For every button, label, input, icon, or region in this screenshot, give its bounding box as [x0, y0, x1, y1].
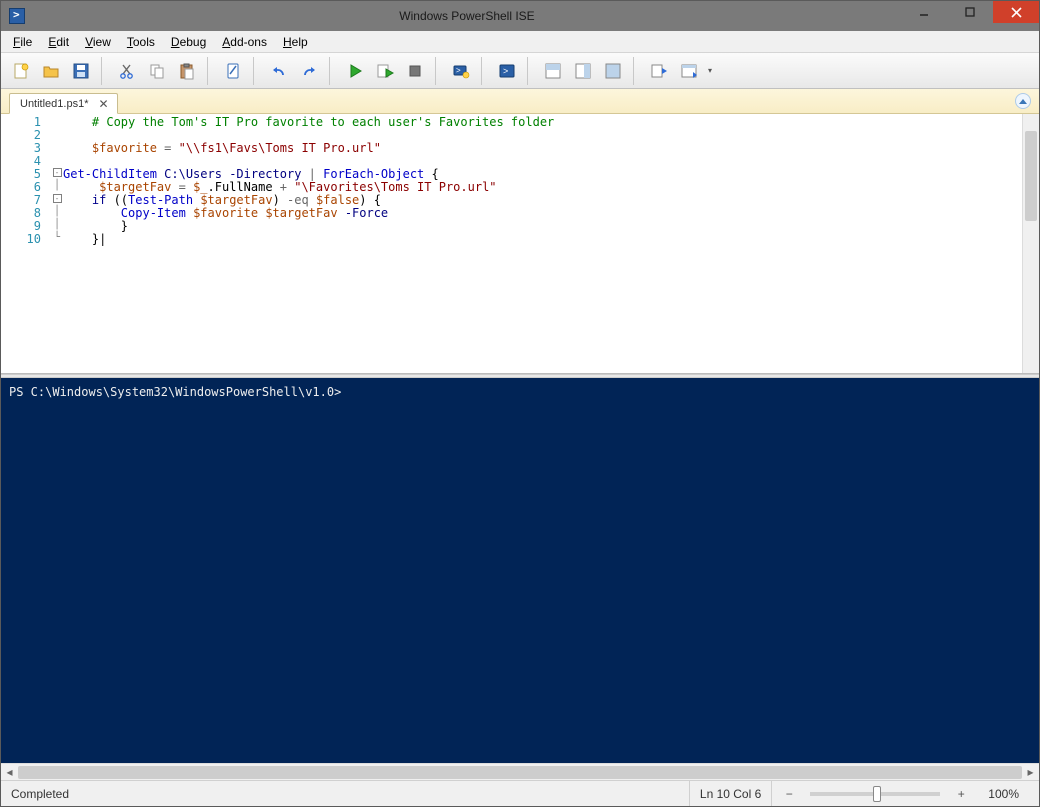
toolbar-separator: [527, 57, 533, 85]
redo-button[interactable]: [295, 57, 323, 85]
console-prompt: PS C:\Windows\System32\WindowsPowerShell…: [9, 384, 1031, 400]
toolbar-separator: [633, 57, 639, 85]
svg-text:>: >: [503, 66, 508, 76]
fold-toggle-icon[interactable]: -: [53, 168, 62, 177]
editor-fold-column[interactable]: -│-││└: [51, 114, 63, 373]
open-button[interactable]: [37, 57, 65, 85]
toolbar-separator: [329, 57, 335, 85]
minimize-button[interactable]: [901, 1, 947, 23]
status-text: Completed: [11, 787, 69, 801]
stop-button[interactable]: [401, 57, 429, 85]
script-tab[interactable]: Untitled1.ps1* ✕: [9, 93, 118, 114]
zoom-control: − +: [771, 781, 978, 806]
fold-toggle-icon[interactable]: -: [53, 194, 62, 203]
window-title: Windows PowerShell ISE: [33, 9, 901, 23]
scrollbar-thumb[interactable]: [18, 766, 1022, 779]
zoom-in-button[interactable]: +: [954, 787, 968, 801]
titlebar[interactable]: Windows PowerShell ISE: [1, 1, 1039, 31]
script-tabstrip: Untitled1.ps1* ✕: [1, 89, 1039, 114]
editor-vertical-scrollbar[interactable]: [1022, 114, 1039, 373]
copy-button[interactable]: [143, 57, 171, 85]
layout-script-top-button[interactable]: [539, 57, 567, 85]
zoom-slider[interactable]: [810, 792, 940, 796]
toolbar-separator: [253, 57, 259, 85]
toolbar-separator: [207, 57, 213, 85]
menu-file[interactable]: File: [7, 33, 38, 51]
start-powershell-button[interactable]: >: [493, 57, 521, 85]
editor-code-area[interactable]: # Copy the Tom's IT Pro favorite to each…: [63, 114, 1022, 373]
menu-tools[interactable]: Tools: [121, 33, 161, 51]
toolbar-separator: [481, 57, 487, 85]
menu-view[interactable]: View: [79, 33, 117, 51]
close-tab-icon[interactable]: ✕: [97, 97, 111, 111]
close-button[interactable]: [993, 1, 1039, 23]
show-command-button[interactable]: [675, 57, 703, 85]
scroll-right-icon[interactable]: ▸: [1022, 764, 1039, 781]
save-button[interactable]: [67, 57, 95, 85]
menu-help[interactable]: Help: [277, 33, 314, 51]
scrollbar-thumb[interactable]: [1025, 131, 1037, 221]
run-selection-button[interactable]: [371, 57, 399, 85]
zoom-out-button[interactable]: −: [782, 787, 796, 801]
new-button[interactable]: [7, 57, 35, 85]
svg-text:>: >: [456, 66, 461, 75]
menu-addons[interactable]: Add-ons: [216, 33, 273, 51]
console-pane[interactable]: PS C:\Windows\System32\WindowsPowerShell…: [1, 378, 1039, 763]
toolbar-separator: [435, 57, 441, 85]
cursor-position: Ln 10 Col 6: [689, 781, 771, 806]
app-window: Windows PowerShell ISE File Edit View To…: [0, 0, 1040, 807]
toolbar: > > ▾: [1, 53, 1039, 89]
scrollbar-track[interactable]: [18, 764, 1022, 781]
menu-edit[interactable]: Edit: [42, 33, 75, 51]
expand-script-pane-button[interactable]: [1015, 93, 1031, 109]
cut-button[interactable]: [113, 57, 141, 85]
toolbar-overflow-icon[interactable]: ▾: [705, 66, 715, 75]
clear-button[interactable]: [219, 57, 247, 85]
statusbar: Completed Ln 10 Col 6 − + 100%: [1, 780, 1039, 806]
toolbar-separator: [101, 57, 107, 85]
run-button[interactable]: [341, 57, 369, 85]
maximize-button[interactable]: [947, 1, 993, 23]
app-icon: [9, 8, 25, 24]
scroll-left-icon[interactable]: ◂: [1, 764, 18, 781]
paste-button[interactable]: [173, 57, 201, 85]
script-tab-label: Untitled1.ps1*: [20, 98, 89, 110]
undo-button[interactable]: [265, 57, 293, 85]
editor-gutter: 12345678910: [1, 114, 51, 373]
new-remote-tab-button[interactable]: >: [447, 57, 475, 85]
script-editor[interactable]: 12345678910 -│-││└ # Copy the Tom's IT P…: [1, 114, 1039, 374]
layout-script-max-button[interactable]: [599, 57, 627, 85]
zoom-value: 100%: [978, 781, 1029, 806]
show-command-addon-button[interactable]: [645, 57, 673, 85]
menu-debug[interactable]: Debug: [165, 33, 212, 51]
zoom-slider-knob[interactable]: [873, 786, 881, 802]
layout-script-right-button[interactable]: [569, 57, 597, 85]
console-horizontal-scrollbar[interactable]: ◂ ▸: [1, 763, 1039, 780]
menubar: File Edit View Tools Debug Add-ons Help: [1, 31, 1039, 53]
window-controls: [901, 1, 1039, 31]
